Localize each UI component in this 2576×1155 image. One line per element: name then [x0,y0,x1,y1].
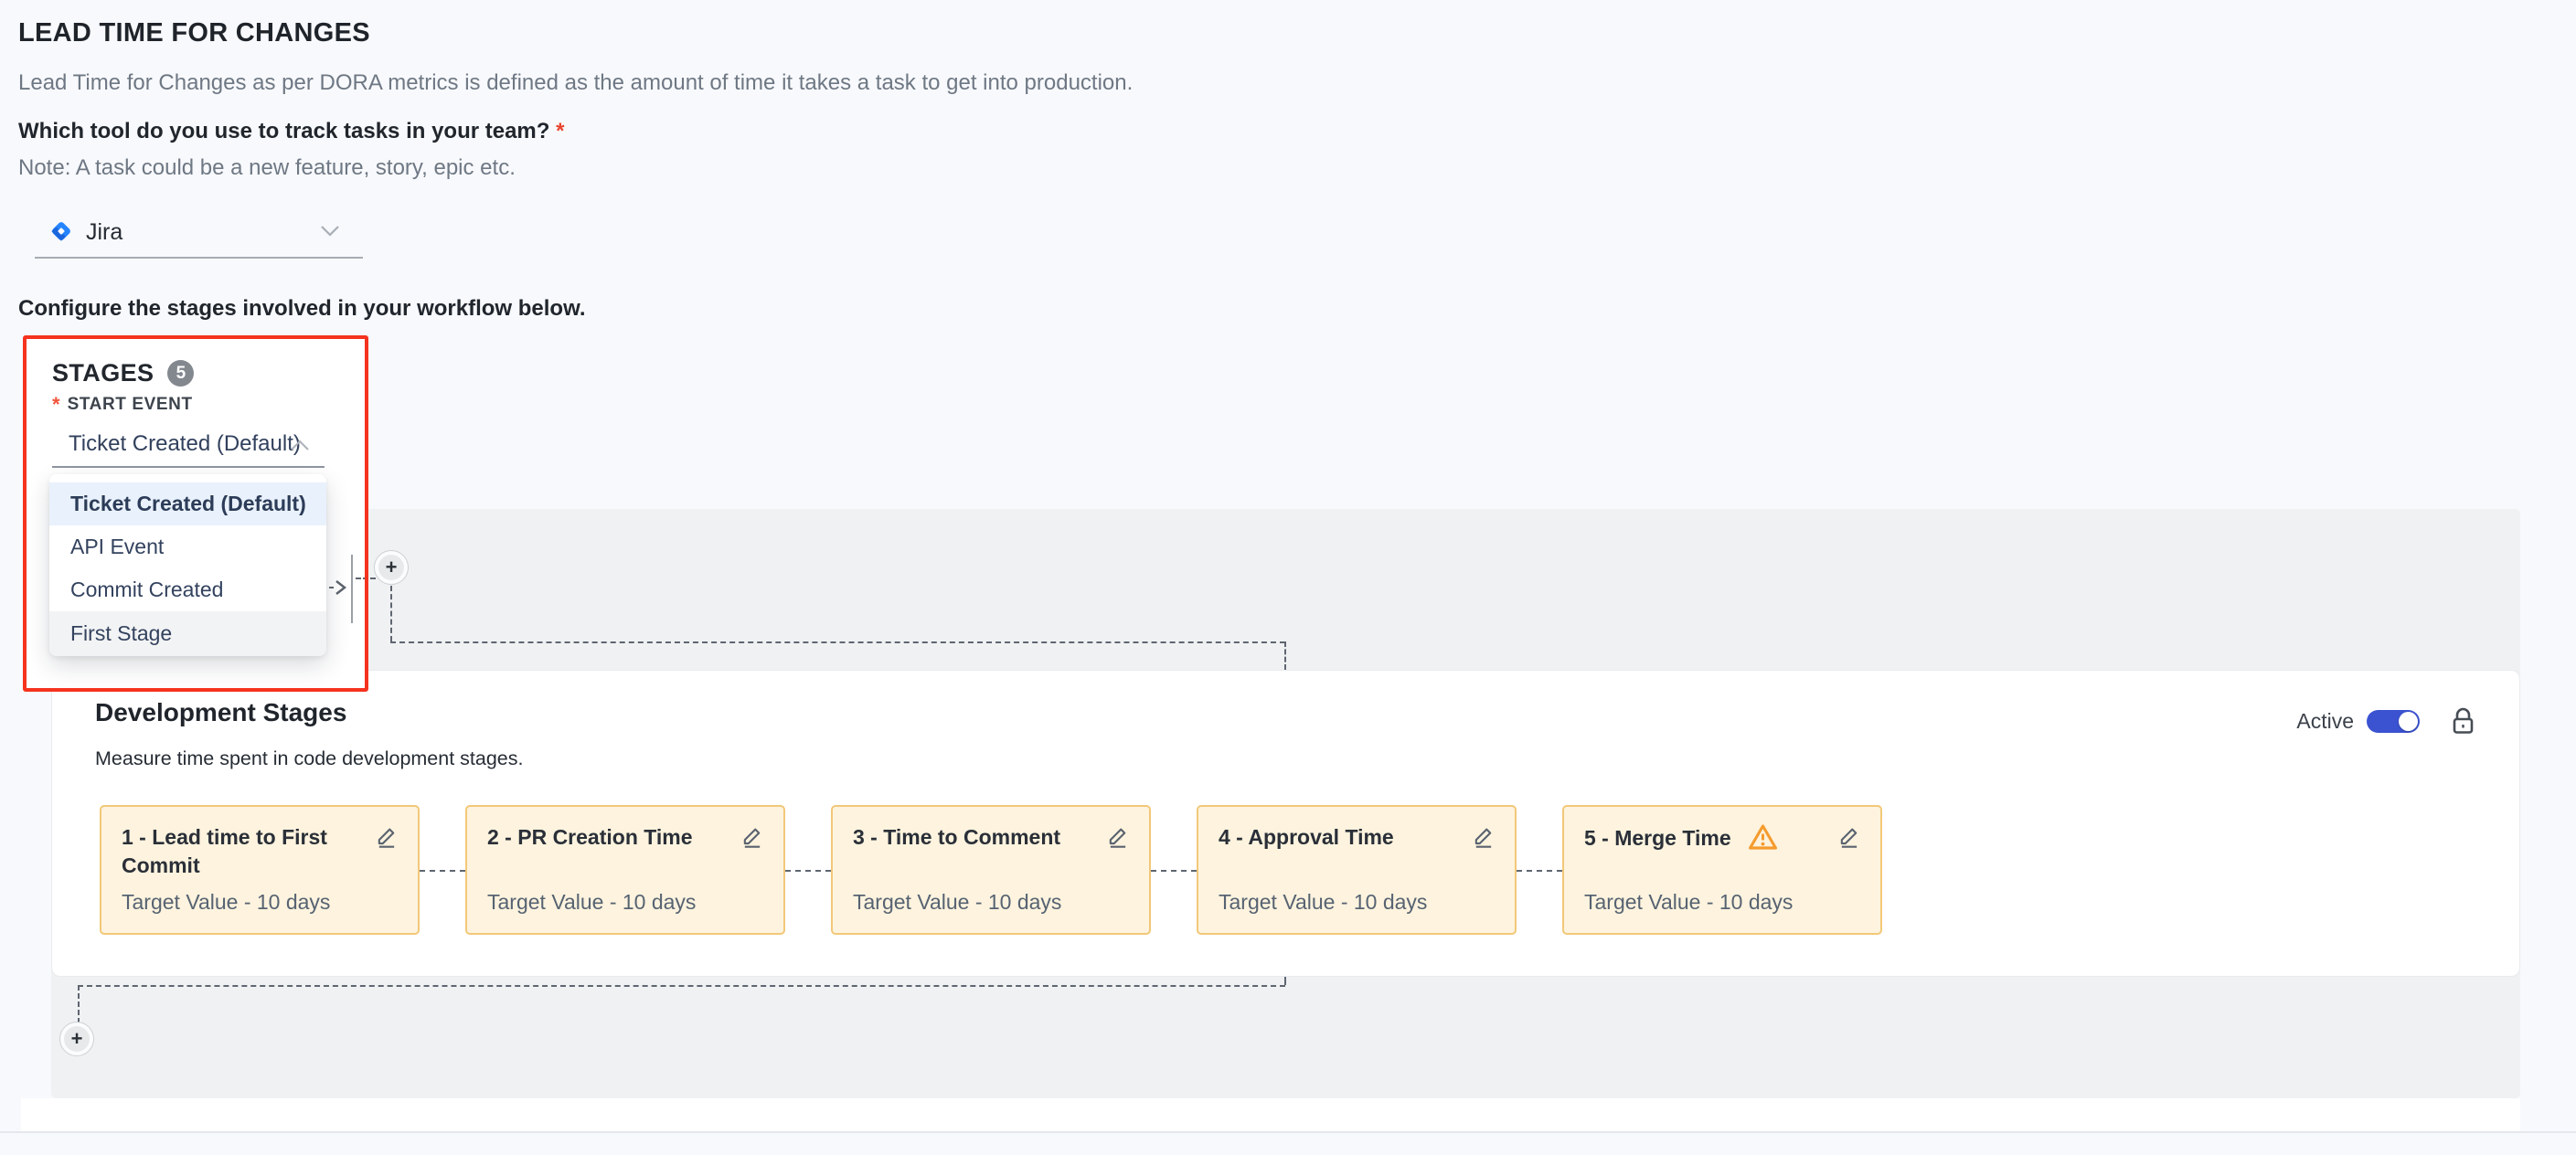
page-description: Lead Time for Changes as per DORA metric… [18,70,1133,96]
stage-title: 4 - Approval Time [1219,825,1394,849]
tool-question: Which tool do you use to track tasks in … [18,119,564,144]
chevron-down-icon [320,225,340,242]
dropdown-option-ticket-created[interactable]: Ticket Created (Default) [49,482,326,525]
configure-instruction: Configure the stages involved in your wo… [18,296,586,322]
dropdown-option-api-event[interactable]: API Event [49,525,326,568]
stage-card-3[interactable]: 3 - Time to Comment Target Value - 10 da… [831,805,1151,935]
lead-time-config-page: { "header": { "title": "LEAD TIME FOR CH… [0,0,2576,1155]
canvas-bottom-strip [21,1098,2520,1131]
active-label: Active [2296,709,2354,734]
stage-connector-dash [1151,870,1197,872]
plus-icon: + [378,555,404,580]
chevron-up-icon [290,439,310,456]
connector-dash [390,586,392,641]
plus-icon: + [64,1026,90,1052]
stage-connector-dash [1517,870,1562,872]
edit-pencil-icon[interactable] [1836,823,1862,853]
active-status-row: Active [2296,707,2475,736]
add-stage-button-bottom[interactable]: + [59,1022,94,1056]
jira-icon [49,217,73,249]
edit-pencil-icon[interactable] [1471,823,1496,853]
start-event-label: START EVENT [68,395,193,415]
connector-dash [390,641,1285,643]
start-event-label-row: * START EVENT [52,395,193,415]
stages-heading: STAGES [52,359,154,387]
tool-select-dropdown[interactable]: Jira [35,212,364,258]
lock-icon[interactable] [2451,707,2475,736]
warning-triangle-icon [1742,832,1778,855]
stage-connector-dash [420,870,465,872]
stage-title: 5 - Merge Time [1584,826,1731,850]
stage-target-value: Target Value - 10 days [1584,890,1793,915]
connector-dash [78,985,80,1023]
add-stage-button-top[interactable]: + [374,550,409,585]
edit-pencil-icon[interactable] [740,823,765,853]
dropdown-option-first-stage[interactable]: First Stage [49,611,326,656]
connector-dash [356,578,376,579]
connector-dash [1284,977,1286,985]
stage-card-1[interactable]: 1 - Lead time to First Commit Target Val… [100,805,420,935]
start-event-dropdown-menu: Ticket Created (Default) API Event Commi… [49,474,326,656]
stages-count-badge: 5 [167,360,194,387]
active-toggle[interactable] [2367,710,2420,733]
stage-title: 2 - PR Creation Time [487,825,693,849]
connector-dash [78,985,1285,987]
stage-title: 3 - Time to Comment [853,825,1060,849]
stages-header: STAGES 5 [52,359,194,387]
development-stages-subtitle: Measure time spent in code development s… [95,747,524,770]
page-title: LEAD TIME FOR CHANGES [18,18,370,48]
toggle-knob [2399,712,2418,731]
edit-pencil-icon[interactable] [374,823,399,853]
stage-card-2[interactable]: 2 - PR Creation Time Target Value - 10 d… [465,805,785,935]
stage-target-value: Target Value - 10 days [1219,890,1427,915]
node-edge-line [351,555,353,623]
stage-target-value: Target Value - 10 days [122,890,330,915]
tool-question-text: Which tool do you use to track tasks in … [18,119,549,143]
development-stages-card: Development Stages Measure time spent in… [51,670,2520,977]
stage-title: 1 - Lead time to First Commit [122,825,327,877]
arrow-right-icon [334,578,347,601]
stage-target-value: Target Value - 10 days [487,890,696,915]
page-bottom-divider [0,1131,2576,1133]
stage-card-5[interactable]: 5 - Merge Time Target Value - 10 days [1562,805,1882,935]
tool-select-underline [35,257,363,259]
tool-note: Note: A task could be a new feature, sto… [18,155,516,181]
required-asterisk: * [556,119,564,143]
stage-card-4[interactable]: 4 - Approval Time Target Value - 10 days [1197,805,1517,935]
edit-pencil-icon[interactable] [1105,823,1131,853]
stage-connector-dash [785,870,831,872]
development-stages-title: Development Stages [95,698,346,727]
dropdown-option-commit-created[interactable]: Commit Created [49,568,326,611]
required-asterisk: * [52,395,60,415]
tool-select-value: Jira [86,219,122,246]
stage-target-value: Target Value - 10 days [853,890,1061,915]
start-event-select[interactable]: Ticket Created (Default) [69,431,301,457]
start-event-select-underline [52,466,325,468]
connector-dash [1284,641,1286,670]
